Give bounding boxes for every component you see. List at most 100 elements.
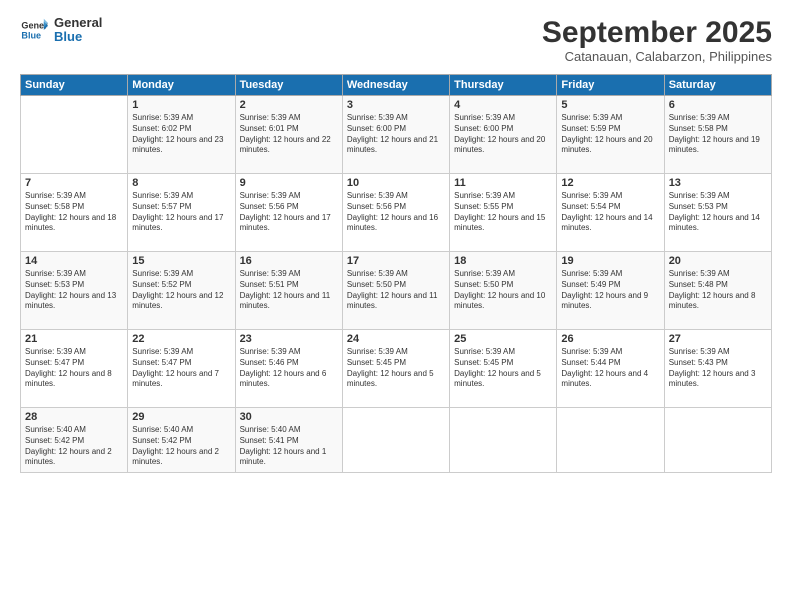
day-number: 21 (25, 333, 123, 345)
day-number: 20 (669, 255, 767, 267)
header-cell-wednesday: Wednesday (342, 75, 449, 96)
day-number: 18 (454, 255, 552, 267)
cell-info: Sunrise: 5:40 AM Sunset: 5:41 PM Dayligh… (240, 425, 338, 468)
cell-info: Sunrise: 5:39 AM Sunset: 5:43 PM Dayligh… (669, 347, 767, 390)
day-cell: 18 Sunrise: 5:39 AM Sunset: 5:50 PM Dayli… (450, 252, 557, 330)
day-cell: 28 Sunrise: 5:40 AM Sunset: 5:42 PM Dayli… (21, 408, 128, 473)
day-cell: 12 Sunrise: 5:39 AM Sunset: 5:54 PM Dayli… (557, 174, 664, 252)
header-cell-thursday: Thursday (450, 75, 557, 96)
day-cell: 17Sunrise: 5:39 AM Sunset: 5:50 PM Dayli… (342, 252, 449, 330)
svg-text:Blue: Blue (21, 31, 41, 41)
day-cell: 2Sunrise: 5:39 AM Sunset: 6:01 PM Daylig… (235, 96, 342, 174)
day-cell: 6 Sunrise: 5:39 AM Sunset: 5:58 PM Daylig… (664, 96, 771, 174)
day-cell: 9 Sunrise: 5:39 AM Sunset: 5:56 PM Daylig… (235, 174, 342, 252)
day-cell (664, 408, 771, 473)
day-cell: 25 Sunrise: 5:39 AM Sunset: 5:45 PM Dayli… (450, 330, 557, 408)
cell-info: Sunrise: 5:39 AM Sunset: 5:48 PM Dayligh… (669, 269, 767, 312)
header-cell-sunday: Sunday (21, 75, 128, 96)
day-cell: 22 Sunrise: 5:39 AM Sunset: 5:47 PM Dayli… (128, 330, 235, 408)
cell-info: Sunrise: 5:39 AM Sunset: 5:47 PM Dayligh… (132, 347, 230, 390)
day-number: 19 (561, 255, 659, 267)
cell-info: Sunrise: 5:39 AM Sunset: 5:47 PM Dayligh… (25, 347, 123, 390)
cell-info: Sunrise: 5:39 AM Sunset: 5:58 PM Dayligh… (669, 113, 767, 156)
day-cell (342, 408, 449, 473)
week-row-2: 14 Sunrise: 5:39 AM Sunset: 5:53 PM Dayli… (21, 252, 772, 330)
day-number: 14 (25, 255, 123, 267)
day-number: 5 (561, 99, 659, 111)
day-cell: 10Sunrise: 5:39 AM Sunset: 5:56 PM Dayli… (342, 174, 449, 252)
day-cell: 26Sunrise: 5:39 AM Sunset: 5:44 PM Dayli… (557, 330, 664, 408)
day-number: 11 (454, 177, 552, 189)
week-row-1: 7 Sunrise: 5:39 AM Sunset: 5:58 PM Daylig… (21, 174, 772, 252)
day-number: 26 (561, 333, 659, 345)
day-number: 13 (669, 177, 767, 189)
day-number: 15 (132, 255, 230, 267)
cell-info: Sunrise: 5:39 AM Sunset: 5:59 PM Dayligh… (561, 113, 659, 156)
header-cell-monday: Monday (128, 75, 235, 96)
day-number: 9 (240, 177, 338, 189)
cell-info: Sunrise: 5:39 AM Sunset: 6:00 PM Dayligh… (347, 113, 445, 156)
day-number: 1 (132, 99, 230, 111)
calendar-table: SundayMondayTuesdayWednesdayThursdayFrid… (20, 74, 772, 473)
cell-info: Sunrise: 5:39 AM Sunset: 5:53 PM Dayligh… (25, 269, 123, 312)
day-number: 3 (347, 99, 445, 111)
cell-info: Sunrise: 5:39 AM Sunset: 5:49 PM Dayligh… (561, 269, 659, 312)
month-title: September 2025 (542, 16, 772, 49)
logo-icon: General Blue (20, 16, 48, 44)
day-cell: 5 Sunrise: 5:39 AM Sunset: 5:59 PM Daylig… (557, 96, 664, 174)
title-area: September 2025 Catanauan, Calabarzon, Ph… (542, 16, 772, 64)
day-cell: 14 Sunrise: 5:39 AM Sunset: 5:53 PM Dayli… (21, 252, 128, 330)
day-number: 4 (454, 99, 552, 111)
logo-line1: General (54, 16, 102, 30)
week-row-4: 28 Sunrise: 5:40 AM Sunset: 5:42 PM Dayli… (21, 408, 772, 473)
day-number: 8 (132, 177, 230, 189)
day-number: 30 (240, 411, 338, 423)
cell-info: Sunrise: 5:39 AM Sunset: 6:00 PM Dayligh… (454, 113, 552, 156)
day-number: 10 (347, 177, 445, 189)
day-cell: 16Sunrise: 5:39 AM Sunset: 5:51 PM Dayli… (235, 252, 342, 330)
day-cell: 23 Sunrise: 5:39 AM Sunset: 5:46 PM Dayli… (235, 330, 342, 408)
cell-info: Sunrise: 5:39 AM Sunset: 5:54 PM Dayligh… (561, 191, 659, 234)
cell-info: Sunrise: 5:39 AM Sunset: 5:50 PM Dayligh… (454, 269, 552, 312)
day-cell: 20 Sunrise: 5:39 AM Sunset: 5:48 PM Dayli… (664, 252, 771, 330)
cell-info: Sunrise: 5:40 AM Sunset: 5:42 PM Dayligh… (132, 425, 230, 468)
day-number: 29 (132, 411, 230, 423)
cell-info: Sunrise: 5:39 AM Sunset: 5:52 PM Dayligh… (132, 269, 230, 312)
day-cell: 27Sunrise: 5:39 AM Sunset: 5:43 PM Dayli… (664, 330, 771, 408)
day-number: 12 (561, 177, 659, 189)
page: General Blue General Blue September 2025… (0, 0, 792, 612)
day-cell: 29 Sunrise: 5:40 AM Sunset: 5:42 PM Dayli… (128, 408, 235, 473)
day-cell: 8Sunrise: 5:39 AM Sunset: 5:57 PM Daylig… (128, 174, 235, 252)
day-number: 17 (347, 255, 445, 267)
day-number: 28 (25, 411, 123, 423)
cell-info: Sunrise: 5:39 AM Sunset: 5:46 PM Dayligh… (240, 347, 338, 390)
cell-info: Sunrise: 5:40 AM Sunset: 5:42 PM Dayligh… (25, 425, 123, 468)
day-cell (21, 96, 128, 174)
day-cell: 19 Sunrise: 5:39 AM Sunset: 5:49 PM Dayli… (557, 252, 664, 330)
cell-info: Sunrise: 5:39 AM Sunset: 5:58 PM Dayligh… (25, 191, 123, 234)
week-row-0: 1 Sunrise: 5:39 AM Sunset: 6:02 PM Daylig… (21, 96, 772, 174)
week-row-3: 21 Sunrise: 5:39 AM Sunset: 5:47 PM Dayli… (21, 330, 772, 408)
cell-info: Sunrise: 5:39 AM Sunset: 5:45 PM Dayligh… (347, 347, 445, 390)
day-cell: 21 Sunrise: 5:39 AM Sunset: 5:47 PM Dayli… (21, 330, 128, 408)
day-number: 6 (669, 99, 767, 111)
header-cell-friday: Friday (557, 75, 664, 96)
day-number: 24 (347, 333, 445, 345)
day-cell: 4 Sunrise: 5:39 AM Sunset: 6:00 PM Daylig… (450, 96, 557, 174)
cell-info: Sunrise: 5:39 AM Sunset: 5:45 PM Dayligh… (454, 347, 552, 390)
day-number: 22 (132, 333, 230, 345)
day-cell: 15 Sunrise: 5:39 AM Sunset: 5:52 PM Dayli… (128, 252, 235, 330)
day-number: 25 (454, 333, 552, 345)
day-cell: 1 Sunrise: 5:39 AM Sunset: 6:02 PM Daylig… (128, 96, 235, 174)
day-cell: 11 Sunrise: 5:39 AM Sunset: 5:55 PM Dayli… (450, 174, 557, 252)
cell-info: Sunrise: 5:39 AM Sunset: 5:56 PM Dayligh… (240, 191, 338, 234)
logo: General Blue General Blue (20, 16, 102, 45)
cell-info: Sunrise: 5:39 AM Sunset: 6:02 PM Dayligh… (132, 113, 230, 156)
day-number: 7 (25, 177, 123, 189)
day-cell: 13Sunrise: 5:39 AM Sunset: 5:53 PM Dayli… (664, 174, 771, 252)
cell-info: Sunrise: 5:39 AM Sunset: 6:01 PM Dayligh… (240, 113, 338, 156)
day-cell: 3 Sunrise: 5:39 AM Sunset: 6:00 PM Daylig… (342, 96, 449, 174)
day-number: 23 (240, 333, 338, 345)
cell-info: Sunrise: 5:39 AM Sunset: 5:55 PM Dayligh… (454, 191, 552, 234)
header-cell-tuesday: Tuesday (235, 75, 342, 96)
